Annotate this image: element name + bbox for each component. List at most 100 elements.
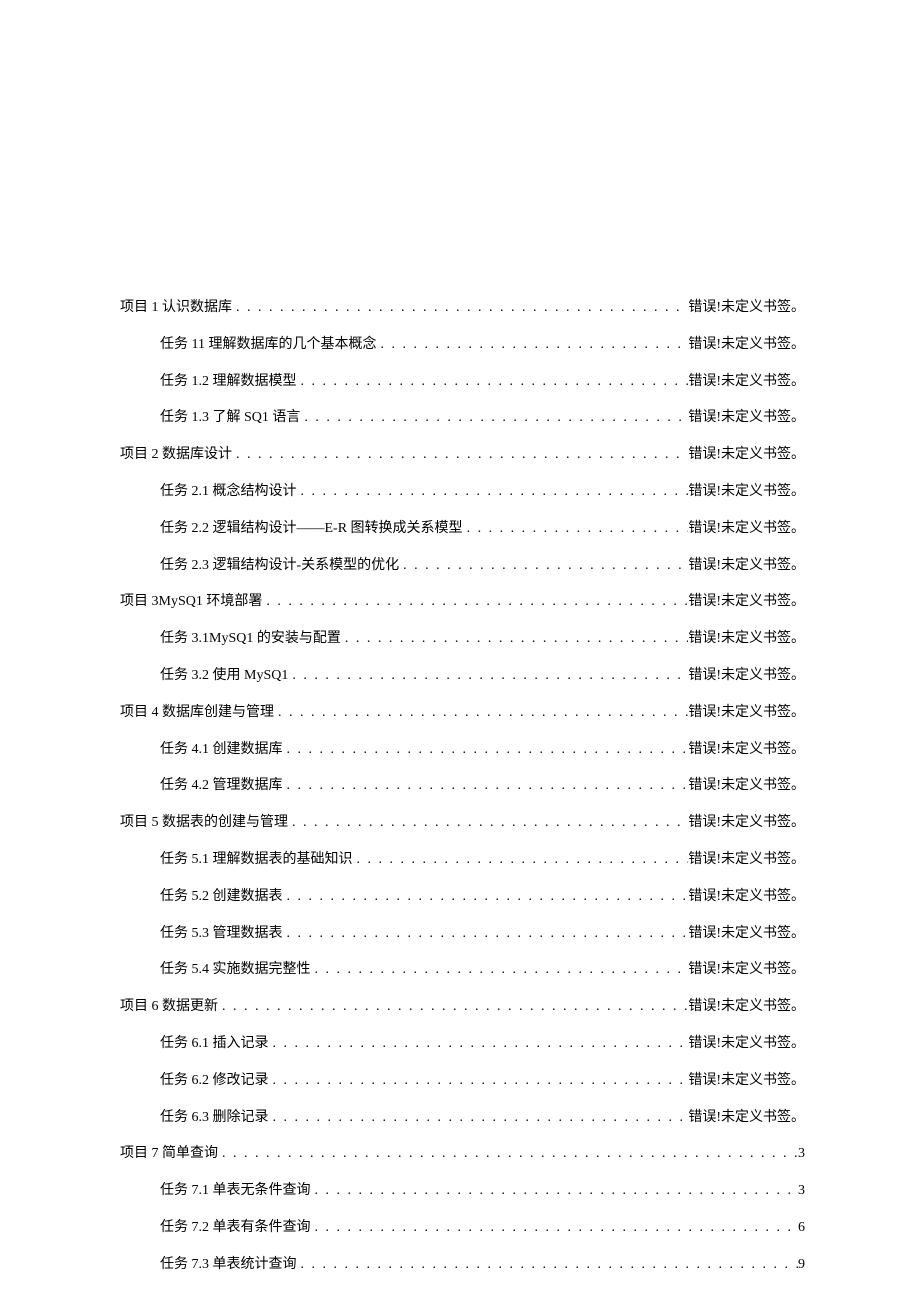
toc-entry[interactable]: 项目 2 数据库设计. . . . . . . . . . . . . . . … [120, 437, 805, 474]
toc-leader-dots: . . . . . . . . . . . . . . . . . . . . … [311, 962, 689, 979]
toc-entry-title: 项目 2 数据库设计 [120, 447, 232, 464]
toc-entry-title: 任务 5.3 管理数据表 [160, 926, 283, 943]
toc-entry-title: 任务 7.2 单表有条件查询 [160, 1220, 311, 1237]
toc-entry-title: 项目 7 简单查询 [120, 1146, 218, 1163]
toc-leader-dots: . . . . . . . . . . . . . . . . . . . . … [269, 1110, 689, 1127]
toc-entry[interactable]: 项目 1 认识数据库. . . . . . . . . . . . . . . … [120, 290, 805, 327]
toc-entry-title: 任务 5.2 创建数据表 [160, 889, 283, 906]
toc-entry-title: 任务 2.1 概念结构设计 [160, 484, 297, 501]
toc-entry[interactable]: 任务 6.2 修改记录. . . . . . . . . . . . . . .… [120, 1063, 805, 1100]
toc-entry-page: 错误!未定义书签。 [688, 889, 805, 906]
toc-entry-page: 错误!未定义书签。 [688, 374, 805, 391]
toc-entry[interactable]: 任务 5.2 创建数据表. . . . . . . . . . . . . . … [120, 879, 805, 916]
toc-entry[interactable]: 任务 5.3 管理数据表. . . . . . . . . . . . . . … [120, 916, 805, 953]
toc-entry-title: 任务 4.1 创建数据库 [160, 742, 283, 759]
toc-entry[interactable]: 任务 2.2 逻辑结构设计——E-R 图转换成关系模型. . . . . . .… [120, 511, 805, 548]
toc-entry[interactable]: 任务 2.3 逻辑结构设计-关系模型的优化. . . . . . . . . .… [120, 548, 805, 585]
toc-entry[interactable]: 任务 1.3 了解 SQ1 语言. . . . . . . . . . . . … [120, 400, 805, 437]
toc-entry-title: 任务 1.2 理解数据模型 [160, 374, 297, 391]
toc-leader-dots: . . . . . . . . . . . . . . . . . . . . … [297, 484, 689, 501]
toc-leader-dots: . . . . . . . . . . . . . . . . . . . . … [399, 558, 688, 575]
toc-entry[interactable]: 任务 6.3 删除记录. . . . . . . . . . . . . . .… [120, 1100, 805, 1137]
toc-entry-title: 任务 4.2 管理数据库 [160, 778, 283, 795]
toc-entry[interactable]: 项目 7 简单查询. . . . . . . . . . . . . . . .… [120, 1136, 805, 1173]
toc-entry-page: 错误!未定义书签。 [688, 631, 805, 648]
toc-leader-dots: . . . . . . . . . . . . . . . . . . . . … [283, 778, 689, 795]
toc-entry-page: 错误!未定义书签。 [688, 999, 805, 1016]
toc-entry-title: 项目 4 数据库创建与管理 [120, 705, 274, 722]
toc-entry-page: 错误!未定义书签。 [688, 594, 805, 611]
toc-entry-title: 项目 6 数据更新 [120, 999, 218, 1016]
toc-leader-dots: . . . . . . . . . . . . . . . . . . . . … [288, 815, 688, 832]
toc-leader-dots: . . . . . . . . . . . . . . . . . . . . … [311, 1183, 799, 1200]
toc-entry[interactable]: 项目 3MySQ1 环境部署. . . . . . . . . . . . . … [120, 584, 805, 621]
toc-leader-dots: . . . . . . . . . . . . . . . . . . . . … [274, 705, 688, 722]
toc-entry-title: 项目 5 数据表的创建与管理 [120, 815, 288, 832]
toc-entry-page: 错误!未定义书签。 [688, 484, 805, 501]
toc-leader-dots: . . . . . . . . . . . . . . . . . . . . … [297, 374, 689, 391]
toc-entry-page: 错误!未定义书签。 [688, 742, 805, 759]
toc-leader-dots: . . . . . . . . . . . . . . . . . . . . … [218, 999, 688, 1016]
toc-entry-page: 错误!未定义书签。 [688, 668, 805, 685]
toc-leader-dots: . . . . . . . . . . . . . . . . . . . . … [463, 521, 689, 538]
toc-entry-page: 错误!未定义书签。 [688, 337, 805, 354]
toc-entry-title: 任务 3.2 使用 MySQ1 [160, 668, 288, 685]
toc-entry-page: 错误!未定义书签。 [688, 926, 805, 943]
toc-entry[interactable]: 任务 6.1 插入记录. . . . . . . . . . . . . . .… [120, 1026, 805, 1063]
toc-entry-page: 错误!未定义书签。 [688, 521, 805, 538]
toc-leader-dots: . . . . . . . . . . . . . . . . . . . . … [311, 1220, 799, 1237]
toc-leader-dots: . . . . . . . . . . . . . . . . . . . . … [232, 447, 688, 464]
toc-entry-title: 任务 2.2 逻辑结构设计——E-R 图转换成关系模型 [160, 521, 463, 538]
toc-leader-dots: . . . . . . . . . . . . . . . . . . . . … [262, 594, 688, 611]
toc-entry-page: 错误!未定义书签。 [688, 300, 805, 317]
toc-entry[interactable]: 任务 11 理解数据库的几个基本概念. . . . . . . . . . . … [120, 327, 805, 364]
toc-entry-page: 错误!未定义书签。 [688, 1036, 805, 1053]
toc-entry[interactable]: 任务 7.1 单表无条件查询. . . . . . . . . . . . . … [120, 1173, 805, 1210]
toc-entry-page: 错误!未定义书签。 [688, 1110, 805, 1127]
toc-entry[interactable]: 任务 3.1MySQ1 的安装与配置. . . . . . . . . . . … [120, 621, 805, 658]
toc-entry-title: 项目 1 认识数据库 [120, 300, 232, 317]
toc-entry-title: 任务 7.1 单表无条件查询 [160, 1183, 311, 1200]
toc-entry-title: 任务 6.2 修改记录 [160, 1073, 269, 1090]
toc-entry[interactable]: 项目 5 数据表的创建与管理. . . . . . . . . . . . . … [120, 805, 805, 842]
toc-entry-title: 任务 6.1 插入记录 [160, 1036, 269, 1053]
toc-leader-dots: . . . . . . . . . . . . . . . . . . . . … [300, 410, 688, 427]
toc-entry[interactable]: 任务 1.2 理解数据模型. . . . . . . . . . . . . .… [120, 364, 805, 401]
toc-entry[interactable]: 任务 5.1 理解数据表的基础知识. . . . . . . . . . . .… [120, 842, 805, 879]
toc-entry-page: 6 [798, 1220, 805, 1237]
toc-entry-title: 任务 1.3 了解 SQ1 语言 [160, 410, 300, 427]
toc-entry[interactable]: 项目 6 数据更新. . . . . . . . . . . . . . . .… [120, 989, 805, 1026]
toc-leader-dots: . . . . . . . . . . . . . . . . . . . . … [288, 668, 688, 685]
toc-entry[interactable]: 任务 7.3 单表统计查询. . . . . . . . . . . . . .… [120, 1247, 805, 1284]
toc-entry[interactable]: 任务 2.1 概念结构设计. . . . . . . . . . . . . .… [120, 474, 805, 511]
toc-entry[interactable]: 任务 7.2 单表有条件查询. . . . . . . . . . . . . … [120, 1210, 805, 1247]
toc-leader-dots: . . . . . . . . . . . . . . . . . . . . … [218, 1146, 798, 1163]
toc-entry-page: 3 [798, 1146, 805, 1163]
toc-entry-title: 项目 3MySQ1 环境部署 [120, 594, 262, 611]
toc-leader-dots: . . . . . . . . . . . . . . . . . . . . … [297, 1257, 799, 1274]
toc-entry-page: 9 [798, 1257, 805, 1274]
toc-entry-title: 任务 6.3 删除记录 [160, 1110, 269, 1127]
toc-leader-dots: . . . . . . . . . . . . . . . . . . . . … [341, 631, 688, 648]
toc-leader-dots: . . . . . . . . . . . . . . . . . . . . … [283, 889, 689, 906]
toc-entry[interactable]: 任务 3.2 使用 MySQ1. . . . . . . . . . . . .… [120, 658, 805, 695]
toc-entry-title: 任务 7.3 单表统计查询 [160, 1257, 297, 1274]
toc-leader-dots: . . . . . . . . . . . . . . . . . . . . … [269, 1036, 689, 1053]
toc-entry[interactable]: 任务 5.4 实施数据完整性. . . . . . . . . . . . . … [120, 952, 805, 989]
toc-entry-title: 任务 2.3 逻辑结构设计-关系模型的优化 [160, 558, 399, 575]
toc-entry[interactable]: 任务 4.2 管理数据库. . . . . . . . . . . . . . … [120, 768, 805, 805]
toc-entry[interactable]: 项目 4 数据库创建与管理. . . . . . . . . . . . . .… [120, 695, 805, 732]
toc-leader-dots: . . . . . . . . . . . . . . . . . . . . … [269, 1073, 689, 1090]
toc-entry-page: 错误!未定义书签。 [688, 1073, 805, 1090]
toc-entry-title: 任务 3.1MySQ1 的安装与配置 [160, 631, 341, 648]
toc-entry-page: 错误!未定义书签。 [688, 962, 805, 979]
toc-entry-title: 任务 11 理解数据库的几个基本概念 [160, 337, 376, 354]
toc-entry-page: 错误!未定义书签。 [688, 778, 805, 795]
toc-entry-page: 错误!未定义书签。 [688, 558, 805, 575]
toc-entry-page: 3 [798, 1183, 805, 1200]
toc-entry[interactable]: 任务 4.1 创建数据库. . . . . . . . . . . . . . … [120, 732, 805, 769]
toc-entry-title: 任务 5.4 实施数据完整性 [160, 962, 311, 979]
toc-entry-page: 错误!未定义书签。 [688, 852, 805, 869]
toc-leader-dots: . . . . . . . . . . . . . . . . . . . . … [283, 926, 689, 943]
toc-entry-page: 错误!未定义书签。 [688, 705, 805, 722]
